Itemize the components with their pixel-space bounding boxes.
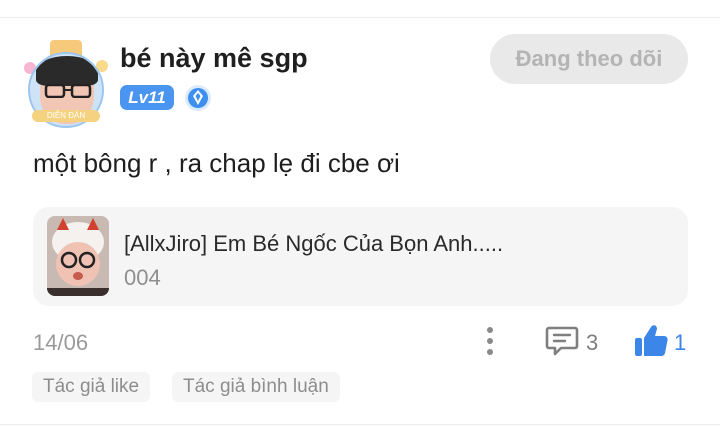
- tag-author-comment: Tác giả bình luận: [172, 372, 340, 402]
- story-chapter: 004: [124, 265, 161, 290]
- story-card[interactable]: [AllxJiro] Em Bé Ngốc Của Bọn Anh..... 0…: [33, 207, 688, 306]
- verified-badge-icon: [185, 85, 211, 111]
- username[interactable]: bé này mê sgp: [120, 43, 308, 74]
- level-badge: Lv11: [120, 85, 174, 110]
- bottom-divider: [0, 424, 720, 425]
- thumbs-up-icon[interactable]: [633, 323, 669, 359]
- reply-count: 3: [586, 330, 599, 355]
- comment-date: 14/06: [33, 330, 89, 355]
- more-vertical-icon[interactable]: [480, 324, 500, 358]
- avatar-banner: DIỄN ĐÀN TRUYỆN: [32, 110, 100, 122]
- story-cover-image: [47, 216, 109, 296]
- like-count: 1: [674, 330, 687, 355]
- story-title: [AllxJiro] Em Bé Ngốc Của Bọn Anh.....: [124, 231, 504, 256]
- avatar[interactable]: DIỄN ĐÀN TRUYỆN: [22, 40, 110, 128]
- tag-author-like: Tác giả like: [32, 372, 151, 402]
- top-divider: [0, 17, 720, 18]
- following-button[interactable]: Đang theo dõi: [490, 34, 688, 84]
- avatar-hair: [36, 56, 98, 86]
- comment-bubble-icon[interactable]: [545, 325, 579, 357]
- avatar-glasses: [44, 84, 92, 98]
- comment-text: một bông r , ra chap lẹ đi cbe ơi: [33, 148, 400, 178]
